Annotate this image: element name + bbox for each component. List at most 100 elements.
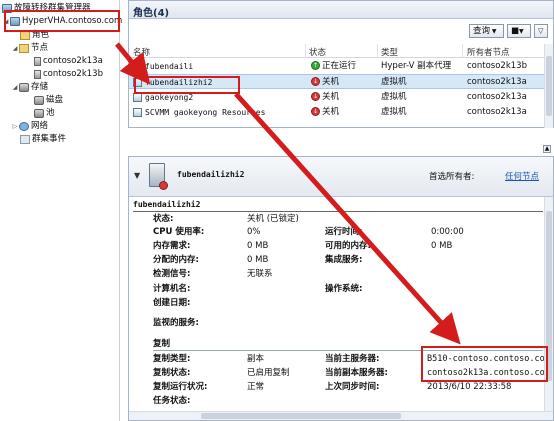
divider	[133, 211, 543, 212]
role-name: SCVMM gaokeyong Resources	[145, 108, 266, 117]
roles-column-headers: 名称 状态 类型 所有者节点	[129, 44, 553, 58]
off-status-icon: ↓	[311, 107, 320, 116]
server-icon	[34, 70, 41, 79]
column-header-owner[interactable]: 所有者节点	[467, 46, 510, 58]
events-icon	[20, 135, 30, 144]
role-name: gaokeyong2	[145, 93, 194, 102]
preferred-owners-link[interactable]: 任何节点	[505, 170, 539, 182]
server-icon	[34, 57, 41, 66]
chevron-down-icon: ▽	[538, 27, 544, 35]
tree-item-node-a[interactable]: contoso2k13a	[34, 55, 103, 68]
disk-icon	[34, 96, 44, 105]
collapse-icon[interactable]: ◢	[11, 81, 19, 94]
collapse-icon[interactable]: ◢	[11, 42, 19, 55]
running-status-icon: ↑	[311, 61, 320, 70]
role-owner: contoso2k13a	[467, 107, 527, 117]
pane-splitter[interactable]: ▲	[128, 129, 554, 156]
role-name: fubendaili	[145, 62, 194, 71]
highlight-replication-servers-box	[421, 346, 548, 382]
tree-item-label: 网络	[31, 121, 49, 131]
column-header-name[interactable]: 名称	[133, 46, 150, 58]
field-label: 复制状态:	[153, 368, 191, 378]
detail-subtitle: fubendailizhi2	[133, 200, 201, 209]
tree-item-label: 群集事件	[32, 134, 67, 144]
field-label: 计算机名:	[153, 284, 191, 294]
role-type: Hyper-V 副本代理	[381, 61, 452, 71]
navigation-tree: 故障转移群集管理器 ◢ HyperVHA.contoso.com 角色 ◢ 节点…	[0, 0, 122, 421]
role-status: 正在运行	[322, 61, 357, 71]
detail-vm-name: fubendailizhi2	[177, 170, 245, 179]
tree-item-cluster-events[interactable]: 群集事件	[20, 133, 66, 146]
off-status-icon: ↓	[311, 92, 320, 101]
field-label: 操作系统:	[325, 284, 363, 294]
tree-item-disks[interactable]: 磁盘	[34, 94, 63, 107]
role-status: 关机	[322, 92, 340, 102]
role-status: 关机	[322, 107, 340, 117]
table-row[interactable]: SCVMM gaokeyong Resources ↓ 关机 虚拟机 contos…	[129, 105, 553, 120]
field-value: 2013/6/10 22:33:58	[427, 382, 512, 392]
expand-icon[interactable]: ▷	[11, 120, 19, 133]
table-row[interactable]: fubendaili ↑ 正在运行 Hyper-V 副本代理 contoso2k1…	[129, 59, 553, 74]
column-separator[interactable]	[305, 44, 306, 57]
tree-item-label: contoso2k13b	[43, 69, 103, 79]
pool-icon	[34, 109, 44, 118]
field-label: 复制运行状况:	[153, 382, 208, 392]
detail-scrollbar-horizontal[interactable]	[129, 411, 553, 420]
roles-panel: 角色(4) 查询 ▼ ■▼ ▽ 名称 状态 类型 所有者节点 fubendail…	[128, 0, 554, 128]
field-label: 集成服务:	[325, 255, 363, 265]
field-value: 副本	[247, 354, 265, 364]
collapse-pane-icon[interactable]: ▲	[543, 145, 551, 153]
field-label: 可用的内存:	[325, 241, 371, 251]
roles-header: 角色(4)	[129, 1, 553, 19]
tree-item-pools[interactable]: 池	[34, 107, 55, 120]
highlight-selected-vm-box	[134, 76, 240, 94]
field-label: 当前副本服务器:	[325, 368, 388, 378]
field-label: 监视的服务:	[153, 318, 199, 328]
scroll-thumb[interactable]	[546, 56, 552, 116]
query-label: 查询	[473, 26, 491, 36]
column-separator[interactable]	[377, 44, 378, 57]
column-separator[interactable]	[462, 44, 463, 57]
role-type: 虚拟机	[381, 92, 407, 102]
tree-item-networks[interactable]: ▷ 网络	[11, 120, 48, 133]
tree-item-label: 节点	[31, 43, 49, 53]
off-status-icon	[159, 181, 168, 190]
tree-item-node-b[interactable]: contoso2k13b	[34, 68, 103, 81]
field-value: 0 MB	[431, 241, 453, 251]
role-status: 关机	[322, 77, 340, 87]
expand-more-button[interactable]: ▽	[534, 24, 548, 38]
save-query-button[interactable]: ■▼	[507, 24, 531, 38]
collapse-icon[interactable]: ▼	[134, 171, 140, 180]
field-value: 关机 (已锁定)	[247, 214, 299, 224]
scroll-thumb[interactable]	[201, 413, 401, 419]
role-owner: contoso2k13a	[467, 77, 527, 87]
column-header-type[interactable]: 类型	[381, 46, 398, 58]
field-label: 创建日期:	[153, 298, 191, 308]
role-type: 虚拟机	[381, 107, 407, 117]
tree-item-label: 池	[46, 108, 55, 118]
query-button[interactable]: 查询 ▼	[469, 24, 504, 38]
preferred-owners-label: 首选所有者:	[429, 172, 475, 182]
role-owner: contoso2k13b	[467, 61, 527, 71]
tree-item-label: 存储	[31, 82, 49, 92]
roles-title: 角色(4)	[133, 8, 170, 19]
field-value: 正常	[247, 382, 265, 392]
roles-scrollbar[interactable]	[544, 44, 553, 128]
storage-icon	[19, 83, 29, 92]
role-type: 虚拟机	[381, 77, 407, 87]
detail-header: ▼ fubendailizhi2 首选所有者: 任何节点	[129, 157, 553, 197]
field-label: CPU 使用率:	[153, 227, 205, 237]
field-label: 分配的内存:	[153, 255, 199, 265]
field-label: 运行时间:	[325, 227, 363, 237]
save-icon: ■	[511, 26, 520, 36]
field-value: 0 MB	[247, 241, 269, 251]
tree-item-nodes[interactable]: ◢ 节点	[11, 42, 48, 55]
highlight-cluster-box	[4, 10, 120, 32]
roles-icon	[20, 31, 30, 40]
field-label: 检测信号:	[153, 269, 191, 279]
field-label: 内存需求:	[153, 241, 191, 251]
nodes-icon	[19, 44, 29, 53]
tree-item-storage[interactable]: ◢ 存储	[11, 81, 48, 94]
column-header-status[interactable]: 状态	[309, 46, 326, 58]
vm-icon	[133, 108, 142, 117]
